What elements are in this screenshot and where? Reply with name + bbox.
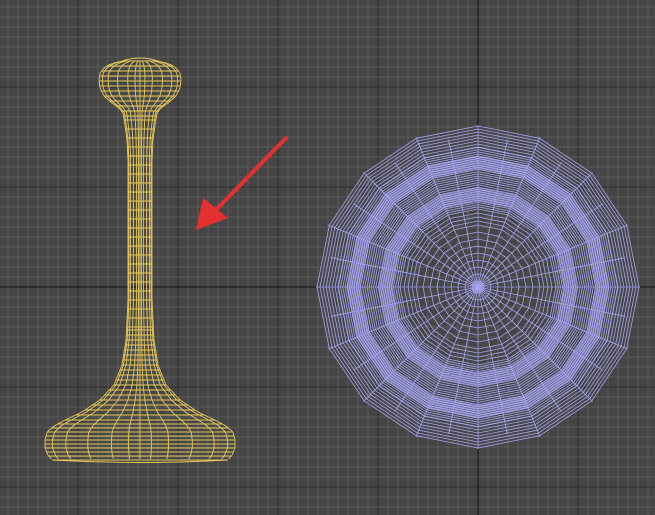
red-arrow-icon bbox=[196, 136, 288, 230]
arrow-shaft bbox=[210, 136, 288, 216]
3d-viewport[interactable] bbox=[0, 0, 655, 515]
